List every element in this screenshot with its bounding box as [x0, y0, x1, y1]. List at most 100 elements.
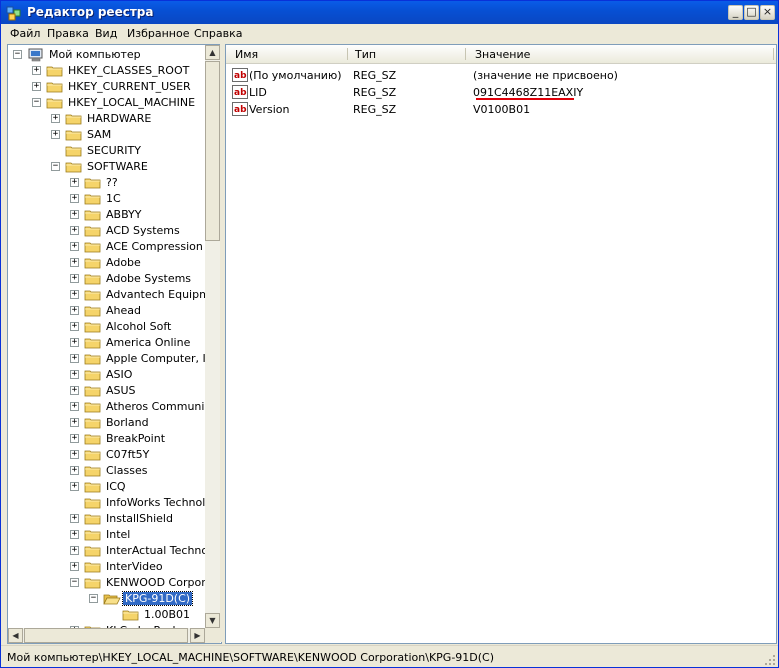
- folder-icon: [84, 482, 101, 493]
- folder-icon: [84, 386, 101, 397]
- folder-icon: [84, 466, 101, 477]
- expand-icon[interactable]: +: [32, 66, 41, 75]
- column-header-type[interactable]: Тип: [355, 48, 376, 61]
- scroll-left-button[interactable]: ◀: [8, 628, 23, 643]
- column-divider[interactable]: [347, 48, 348, 60]
- column-divider[interactable]: [773, 48, 774, 60]
- window-title: Редактор реестра: [27, 5, 154, 19]
- maximize-button[interactable]: □: [744, 5, 759, 20]
- folder-icon: [84, 450, 101, 461]
- tree-node-label: Adobe: [106, 256, 141, 269]
- folder-icon: [65, 146, 82, 157]
- values-list[interactable]: Имя Тип Значение ab (По умолчанию) REG_S…: [225, 44, 777, 644]
- hscroll-thumb[interactable]: [24, 628, 188, 643]
- value-name: (По умолчанию): [249, 69, 342, 82]
- expand-icon[interactable]: +: [32, 82, 41, 91]
- list-row[interactable]: ab Version REG_SZ V0100B01: [230, 101, 770, 118]
- scroll-down-button[interactable]: ▼: [205, 613, 220, 628]
- column-header-name[interactable]: Имя: [235, 48, 258, 61]
- value-name: Version: [249, 103, 290, 116]
- expand-icon[interactable]: +: [70, 386, 79, 395]
- expand-icon[interactable]: +: [51, 114, 60, 123]
- tree-node-label: HARDWARE: [87, 112, 152, 125]
- expand-icon[interactable]: +: [70, 466, 79, 475]
- registry-editor-window: Редактор реестра _ □ × Файл Правка Вид И…: [0, 0, 779, 668]
- expand-icon[interactable]: +: [70, 562, 79, 571]
- expand-icon[interactable]: +: [70, 322, 79, 331]
- value-type: REG_SZ: [353, 69, 397, 82]
- collapse-icon[interactable]: −: [89, 594, 98, 603]
- tree-node-label: ICQ: [106, 480, 126, 493]
- expand-icon[interactable]: +: [70, 530, 79, 539]
- column-header-value[interactable]: Значение: [475, 48, 530, 61]
- resize-grip-icon[interactable]: [764, 654, 776, 666]
- column-divider[interactable]: [465, 48, 466, 60]
- scroll-thumb[interactable]: [205, 61, 220, 241]
- folder-icon: [84, 274, 101, 285]
- expand-icon[interactable]: +: [70, 418, 79, 427]
- folder-icon: [65, 114, 82, 125]
- expand-icon[interactable]: +: [70, 290, 79, 299]
- maximize-icon: □: [746, 5, 757, 18]
- folder-icon: [84, 514, 101, 525]
- tree-node-label: ASIO: [106, 368, 133, 381]
- tree-node-label: SAM: [87, 128, 112, 141]
- list-row[interactable]: ab LID REG_SZ 091C4468Z11EAXIY: [230, 84, 770, 101]
- folder-icon: [84, 306, 101, 317]
- scroll-right-button[interactable]: ▶: [190, 628, 205, 643]
- expand-icon[interactable]: +: [70, 450, 79, 459]
- expand-icon[interactable]: +: [70, 242, 79, 251]
- expand-icon[interactable]: +: [70, 482, 79, 491]
- tree-node-label: BreakPoint: [106, 432, 166, 445]
- menu-help[interactable]: Справка: [194, 27, 242, 40]
- tree-horizontal-scrollbar[interactable]: ◀ ▶: [8, 628, 205, 643]
- folder-icon: [84, 178, 101, 189]
- folder-icon: [46, 82, 63, 93]
- close-button[interactable]: ×: [760, 5, 775, 20]
- tree-node-label: SECURITY: [87, 144, 141, 157]
- expand-icon[interactable]: +: [70, 434, 79, 443]
- folder-icon: [84, 290, 101, 301]
- expand-icon[interactable]: +: [70, 514, 79, 523]
- tree-vertical-scrollbar[interactable]: ▲ ▼: [205, 45, 220, 628]
- tree-node-label: ABBYY: [106, 208, 142, 221]
- scroll-up-button[interactable]: ▲: [205, 45, 220, 60]
- expand-icon[interactable]: +: [70, 370, 79, 379]
- menu-favorites[interactable]: Избранное: [127, 27, 189, 40]
- expand-icon[interactable]: +: [70, 274, 79, 283]
- menu-edit[interactable]: Правка: [47, 27, 89, 40]
- registry-editor-app-icon: [6, 6, 21, 21]
- list-row[interactable]: ab (По умолчанию) REG_SZ (значение не пр…: [230, 67, 770, 84]
- menu-view[interactable]: Вид: [95, 27, 117, 40]
- value-data: (значение не присвоено): [473, 69, 618, 82]
- menu-file[interactable]: Файл: [10, 27, 40, 40]
- collapse-icon[interactable]: −: [70, 578, 79, 587]
- folder-icon: [84, 434, 101, 445]
- expand-icon[interactable]: +: [70, 210, 79, 219]
- collapse-icon[interactable]: −: [51, 162, 60, 171]
- collapse-icon[interactable]: −: [13, 50, 22, 59]
- expand-icon[interactable]: +: [70, 354, 79, 363]
- expand-icon[interactable]: +: [70, 306, 79, 315]
- folder-icon: [84, 530, 101, 541]
- title-bar[interactable]: Редактор реестра _ □ ×: [1, 1, 778, 24]
- expand-icon[interactable]: +: [70, 258, 79, 267]
- expand-icon[interactable]: +: [70, 338, 79, 347]
- tree-node-label: Adobe Systems: [106, 272, 192, 285]
- tree-node-label: HKEY_CURRENT_USER: [68, 80, 191, 93]
- collapse-icon[interactable]: −: [32, 98, 41, 107]
- expand-icon[interactable]: +: [70, 194, 79, 203]
- expand-icon[interactable]: +: [51, 130, 60, 139]
- folder-icon: [84, 546, 101, 557]
- minimize-button[interactable]: _: [728, 5, 743, 20]
- expand-icon[interactable]: +: [70, 402, 79, 411]
- tree-node-label: InterVideo: [106, 560, 163, 573]
- tree-node-label: SOFTWARE: [87, 160, 148, 173]
- svg-text:ab: ab: [234, 105, 247, 115]
- expand-icon[interactable]: +: [70, 226, 79, 235]
- tree-node-label: KENWOOD Corporat: [106, 576, 217, 589]
- tree-node-label: Apple Computer, Inc: [106, 352, 219, 365]
- expand-icon[interactable]: +: [70, 546, 79, 555]
- expand-icon[interactable]: +: [70, 178, 79, 187]
- registry-tree[interactable]: − Мой компьютер + HKEY_CLASSES_ROOT + HKEY_CU…: [7, 44, 222, 644]
